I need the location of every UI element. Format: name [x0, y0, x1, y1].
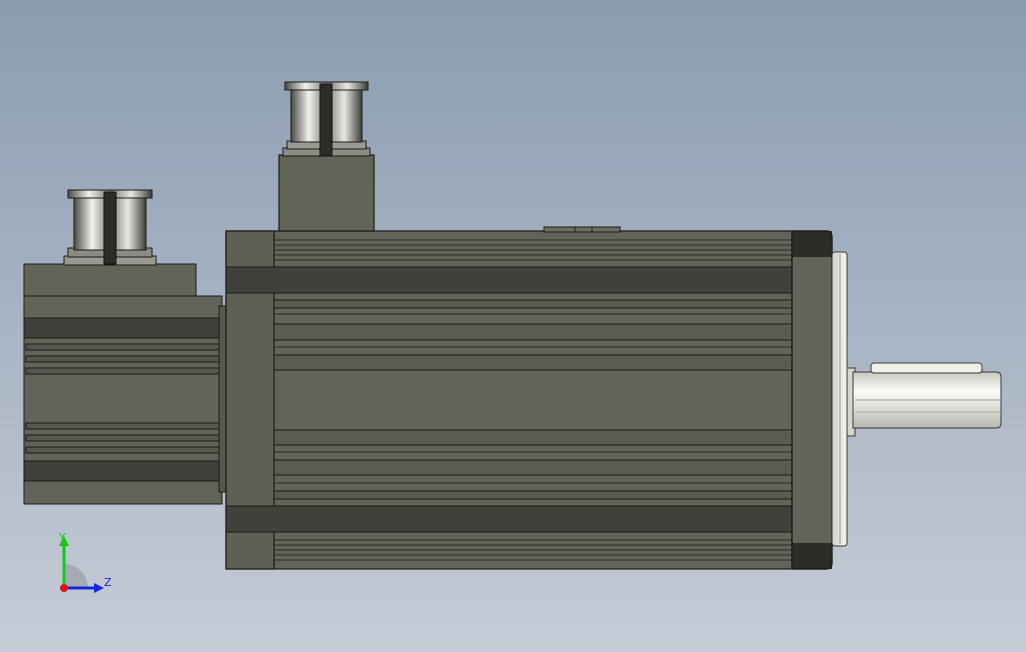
- y-axis-label: Y: [59, 531, 66, 544]
- encoder-cooling-fins-top: [25, 343, 220, 375]
- x-axis-dot: [60, 584, 68, 592]
- pilot-ring[interactable]: [831, 251, 848, 547]
- nameplate-ridge: [543, 226, 621, 233]
- encoder-cooling-fins-bottom: [25, 422, 220, 454]
- encoder-housing[interactable]: [23, 263, 228, 505]
- motor-body[interactable]: [225, 226, 793, 570]
- body-band-bottom: [225, 505, 793, 533]
- body-band-top: [225, 266, 793, 294]
- power-connector[interactable]: [278, 81, 375, 232]
- triad-plane-arc: [64, 564, 88, 588]
- power-connector-latch: [319, 83, 333, 157]
- output-shaft[interactable]: [846, 362, 1002, 437]
- servo-motor-model[interactable]: [0, 0, 1026, 652]
- encoder-connector-latch: [103, 191, 117, 265]
- shaft-key: [870, 362, 983, 374]
- encoder-connector[interactable]: [63, 189, 157, 266]
- cad-graphics-viewport[interactable]: Y Z: [0, 0, 1026, 652]
- z-axis-label: Z: [104, 576, 112, 589]
- encoder-band-bottom: [23, 460, 223, 482]
- encoder-band-top: [23, 317, 223, 339]
- front-flange[interactable]: [791, 230, 833, 570]
